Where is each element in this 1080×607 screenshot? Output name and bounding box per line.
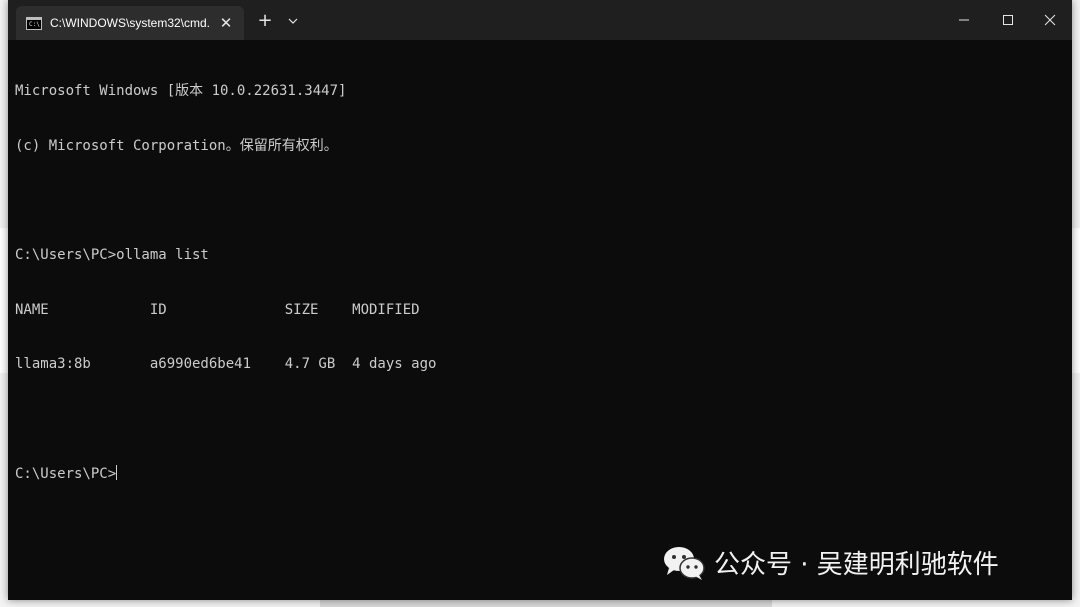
tab-title: C:\WINDOWS\system32\cmd.	[50, 16, 210, 30]
minimize-icon	[959, 19, 969, 21]
close-icon: ✕	[219, 14, 233, 32]
console-line: llama3:8b a6990ed6be41 4.7 GB 4 days ago	[15, 356, 437, 373]
prompt-text: C:\Users\PC>	[15, 465, 117, 482]
console-line: Microsoft Windows [版本 10.0.22631.3447]	[15, 83, 347, 100]
close-window-button[interactable]	[1028, 0, 1072, 40]
plus-icon: +	[257, 10, 273, 31]
maximize-icon	[1003, 15, 1013, 25]
prompt-line[interactable]: C:\Users\PC>	[15, 464, 1065, 483]
tab-dropdown-button[interactable]	[282, 10, 304, 32]
console-output[interactable]: Microsoft Windows [版本 10.0.22631.3447] (…	[15, 46, 1065, 596]
tab-cmd[interactable]: C:\ C:\WINDOWS\system32\cmd. ✕	[16, 6, 244, 40]
console-icon: C:\	[26, 16, 42, 30]
console-line: NAME ID SIZE MODIFIED	[15, 301, 420, 318]
close-icon	[1044, 14, 1056, 26]
terminal-window: C:\ C:\WINDOWS\system32\cmd. ✕ + Microso…	[8, 0, 1072, 600]
wechat-icon	[664, 546, 705, 580]
minimize-button[interactable]	[942, 0, 986, 40]
close-tab-button[interactable]: ✕	[216, 13, 236, 33]
new-tab-button[interactable]: +	[254, 10, 276, 32]
console-icon-text: C:\	[29, 20, 40, 28]
maximize-button[interactable]	[986, 0, 1030, 40]
text-cursor	[116, 464, 118, 480]
chevron-down-icon	[288, 18, 298, 24]
console-line: C:\Users\PC>ollama list	[15, 247, 209, 264]
watermark: 公众号 · 吴建明利驰软件	[662, 544, 999, 581]
title-bar[interactable]: C:\ C:\WINDOWS\system32\cmd. ✕ +	[8, 0, 1072, 40]
console-line: (c) Microsoft Corporation。保留所有权利。	[15, 138, 338, 154]
watermark-text: 公众号 · 吴建明利驰软件	[714, 550, 999, 580]
